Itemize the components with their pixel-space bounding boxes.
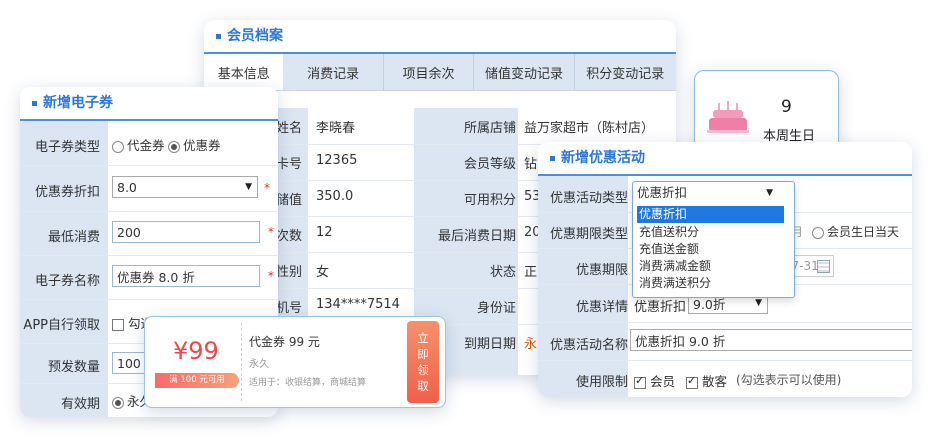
cake-icon [707, 101, 749, 133]
dropdown-option[interactable]: 消费满送积分 [637, 275, 784, 292]
dropdown-option[interactable]: 充值送金额 [637, 241, 784, 258]
title-marker-icon [32, 100, 37, 106]
ecoupon-row-min: 最低消费 200 * [20, 211, 278, 256]
tab-points[interactable]: 积分变动记录 [575, 54, 676, 90]
limit-guest-checkbox[interactable]: 散客 [686, 371, 727, 390]
ticket-scope: 适用于：收银结算，商城结算 [249, 378, 367, 388]
dropdown-option[interactable]: 充值送积分 [637, 224, 784, 241]
discount-select[interactable]: 8.0 ▼ [112, 176, 258, 198]
coupon-name-input[interactable]: 优惠券 8.0 折 [112, 265, 260, 287]
member-row: 所属店铺 益万家超市（陈村店） [414, 108, 676, 145]
limit-member-checkbox[interactable]: 会员 [634, 371, 675, 390]
dropdown-option[interactable]: 优惠折扣 [637, 206, 784, 223]
required-mark: * [264, 181, 270, 195]
period-birthday-radio[interactable]: 会员生日当天 [812, 223, 899, 240]
radio-icon [168, 140, 180, 153]
radio-icon [812, 226, 824, 239]
promo-type-select[interactable]: 优惠折扣 ▼ [637, 184, 787, 202]
dropdown-arrow-icon: ▼ [766, 188, 773, 198]
birthday-count: 9 [781, 97, 792, 117]
tab-project-balance[interactable]: 项目余次 [384, 54, 475, 90]
ecoupon-row-discount: 优惠券折扣 8.0 ▼ * [20, 165, 278, 212]
checkbox-icon [686, 374, 698, 389]
member-tabs: 基本信息 消费记录 项目余次 储值变动记录 积分变动记录 [204, 54, 676, 91]
dropdown-option[interactable]: 消费满减金额 [637, 258, 784, 275]
promo-row-name: 优惠活动名称 优惠折扣 9.0 折 [538, 322, 912, 361]
coupon-type-discount-radio[interactable]: 优惠券 [168, 135, 221, 154]
voucher-ticket-card: ¥99 满 100 元可用 代金券 99 元 永久 适用于：收银结算，商城结算 … [144, 316, 446, 408]
ticket-validity: 永久 [249, 359, 269, 370]
ecoupon-title: 新增电子券 [20, 87, 278, 121]
member-archive-title: 会员档案 [204, 20, 676, 54]
radio-icon [112, 140, 124, 153]
calendar-icon[interactable] [817, 260, 830, 273]
tab-basic-info[interactable]: 基本信息 [204, 54, 284, 90]
radio-icon [112, 396, 124, 409]
promo-row-limit: 使用限制 会员 散客 (勾选表示可以使用) [538, 360, 912, 397]
title-marker-icon [216, 33, 221, 39]
ecoupon-row-type: 电子券类型 代金券 优惠券 [20, 121, 278, 166]
ticket-divider [241, 323, 242, 401]
checkbox-icon [634, 374, 646, 389]
coupon-type-cash-radio[interactable]: 代金券 [112, 135, 165, 154]
tab-consumption[interactable]: 消费记录 [283, 54, 384, 90]
ticket-amount: ¥99 [173, 337, 219, 365]
ecoupon-row-name: 电子券名称 优惠券 8.0 折 * [20, 255, 278, 300]
promo-name-input[interactable]: 优惠折扣 9.0 折 [630, 329, 912, 351]
required-mark: * [268, 225, 274, 239]
ticket-condition-badge: 满 100 元可用 [155, 373, 239, 388]
dropdown-arrow-icon: ▼ [755, 298, 762, 308]
claim-button[interactable]: 立即领取 [407, 321, 439, 403]
checkbox-icon [112, 318, 124, 331]
dropdown-arrow-icon: ▼ [245, 182, 252, 192]
tab-stored-value[interactable]: 储值变动记录 [474, 54, 575, 90]
title-marker-icon [550, 155, 555, 161]
promo-type-dropdown: 优惠折扣 ▼ 优惠折扣 充值送积分 充值送金额 消费满减金额 消费满送积分 [632, 181, 795, 298]
ticket-title: 代金券 99 元 [249, 335, 320, 349]
min-spend-input[interactable]: 200 [112, 221, 260, 243]
promotion-title: 新增优惠活动 [538, 142, 912, 176]
required-mark: * [268, 269, 274, 283]
